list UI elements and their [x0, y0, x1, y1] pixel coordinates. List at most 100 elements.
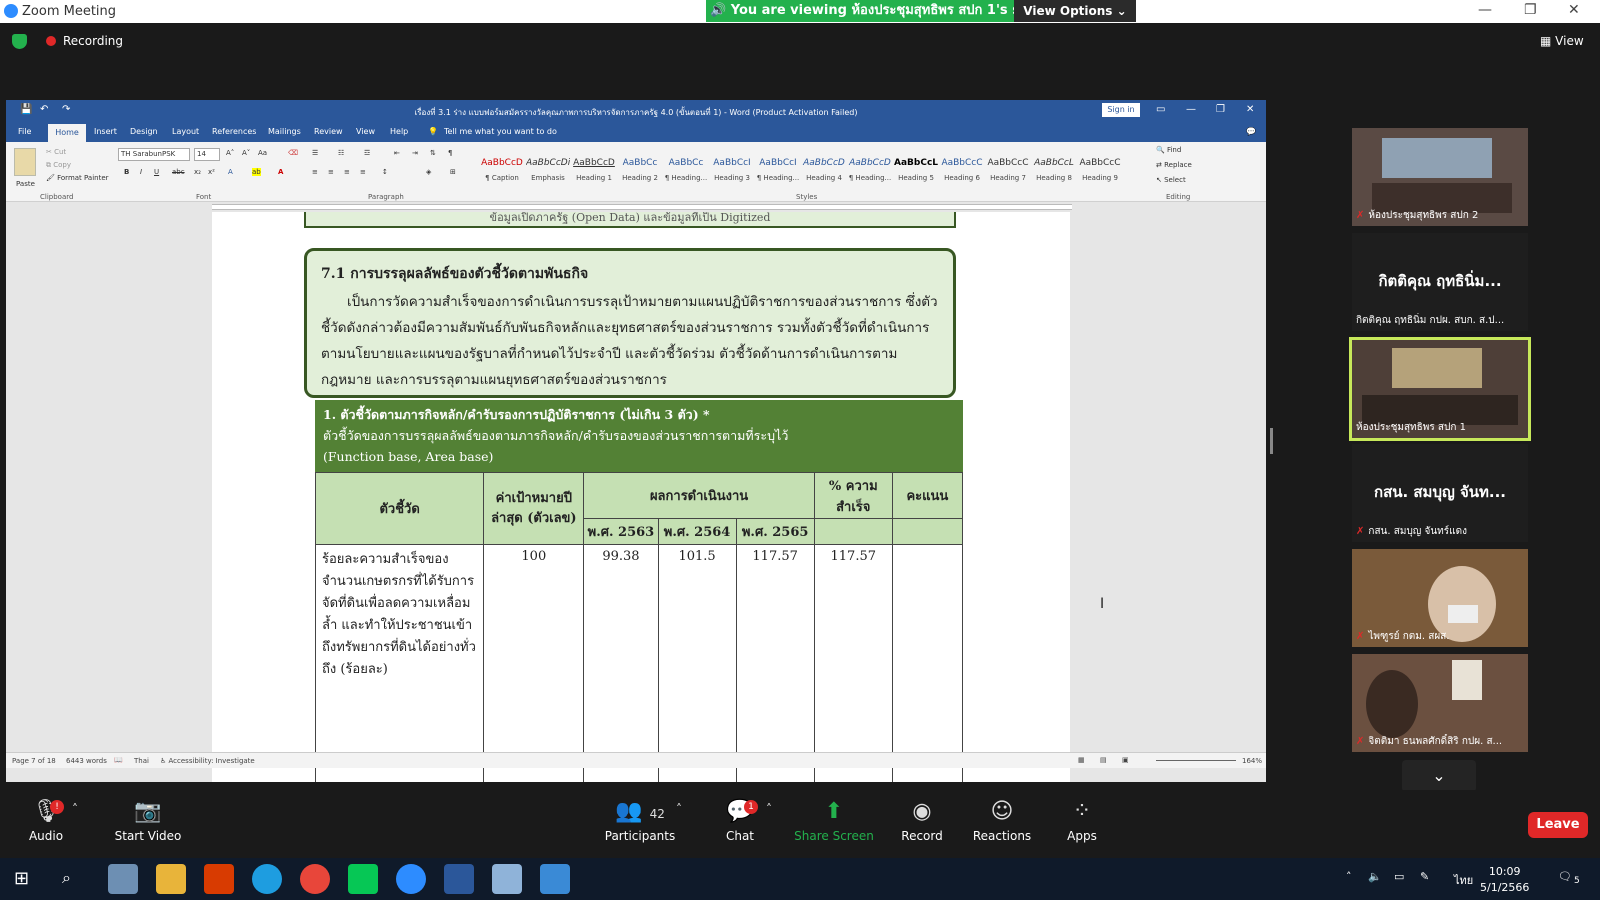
paint-icon[interactable] — [492, 864, 522, 894]
save-icon[interactable]: 💾 — [20, 104, 32, 115]
share-screen-button[interactable]: ⬆ Share Screen — [790, 798, 878, 843]
word-count[interactable]: 6443 words — [66, 757, 107, 765]
style-heading-2-linked[interactable]: AaBbCc ¶ Heading... — [664, 154, 708, 192]
shading-icon[interactable]: ◈ — [426, 168, 431, 176]
zoom-taskbar-icon[interactable] — [396, 864, 426, 894]
font-name-select[interactable]: TH SarabunPSK — [118, 148, 190, 161]
style-heading-3-linked[interactable]: AaBbCcI ¶ Heading... — [756, 154, 800, 192]
chat-options-chevron-icon[interactable]: ˄ — [766, 802, 772, 816]
multilevel-icon[interactable]: ☲ — [364, 149, 370, 157]
pilcrow-icon[interactable]: ¶ — [448, 149, 452, 157]
format-painter-button[interactable]: 🖌 Format Painter — [46, 174, 109, 182]
align-left-icon[interactable]: ≡ — [312, 168, 318, 176]
taskbar-clock[interactable]: 10:09 5/1/2566 — [1480, 864, 1529, 896]
tray-chevron-icon[interactable]: ˄ — [1346, 870, 1352, 883]
participants-button[interactable]: 👥 42 Participants — [592, 798, 688, 843]
participant-tile[interactable]: ✗ จิตติมา ธนพลศักดิ์สิริ กปผ. ส... — [1352, 654, 1528, 752]
view-button[interactable]: ▦ View — [1540, 34, 1584, 48]
horizontal-ruler[interactable] — [212, 204, 1072, 210]
align-center-icon[interactable]: ≡ — [328, 168, 334, 176]
style-emphasis[interactable]: AaBbCcDi Emphasis — [526, 154, 570, 192]
participant-tile[interactable]: กิตติคุณ ฤทธินิ่ม... กิตติคุณ ฤทธินิ่ม ก… — [1352, 233, 1528, 331]
style-heading-4[interactable]: AaBbCcD Heading 4 — [802, 154, 846, 192]
text-effects-icon[interactable]: A — [228, 168, 233, 176]
edge-icon[interactable] — [252, 864, 282, 894]
style-heading-9[interactable]: AaBbCcC Heading 9 — [1078, 154, 1122, 192]
restore-icon[interactable]: ❐ — [1524, 2, 1537, 18]
tab-design[interactable]: Design — [130, 127, 158, 136]
document-page[interactable]: ข้อมูลเปิดภาครัฐ (Open Data) และข้อมูลที… — [212, 212, 1070, 782]
paste-button[interactable]: Paste — [16, 180, 35, 188]
word-close-icon[interactable]: ✕ — [1246, 104, 1254, 115]
highlight-icon[interactable]: ab — [252, 168, 261, 176]
borders-icon[interactable]: ⊞ — [450, 168, 456, 176]
volume-icon[interactable]: 🔈 — [1368, 870, 1382, 883]
replace-button[interactable]: ⇄ Replace — [1156, 161, 1192, 169]
justify-icon[interactable]: ≡ — [360, 168, 366, 176]
record-button[interactable]: ◉ Record — [882, 798, 962, 843]
word-minimize-icon[interactable]: — — [1186, 104, 1196, 115]
word-restore-icon[interactable]: ❐ — [1216, 104, 1225, 115]
style-heading-4-linked[interactable]: AaBbCcD ¶ Heading... — [848, 154, 892, 192]
cut-button[interactable]: ✂ Cut — [46, 148, 66, 156]
language-indicator[interactable]: Thai — [134, 757, 149, 765]
accessibility-status[interactable]: ♿ Accessibility: Investigate — [160, 757, 255, 765]
audio-options-chevron-icon[interactable]: ˄ — [72, 802, 78, 816]
font-size-select[interactable]: 14 — [194, 148, 220, 161]
shield-icon[interactable] — [12, 34, 27, 49]
align-right-icon[interactable]: ≡ — [344, 168, 350, 176]
style-heading-7[interactable]: AaBbCcC Heading 7 — [986, 154, 1030, 192]
recording-label[interactable]: Recording — [63, 34, 123, 48]
participants-options-chevron-icon[interactable]: ˄ — [676, 802, 682, 816]
taskbar-app-icon[interactable] — [108, 864, 138, 894]
select-button[interactable]: ↖ Select — [1156, 176, 1186, 184]
photos-icon[interactable] — [540, 864, 570, 894]
superscript-icon[interactable]: x² — [208, 168, 215, 176]
font-color-icon[interactable]: A — [278, 168, 283, 176]
ribbon-display-icon[interactable]: ▭ — [1156, 104, 1165, 115]
close-icon[interactable]: ✕ — [1568, 2, 1580, 18]
zoom-level[interactable]: 164% — [1242, 757, 1262, 765]
print-layout-icon[interactable]: ▤ — [1100, 756, 1107, 764]
find-button[interactable]: 🔍 Find — [1156, 146, 1181, 154]
shrink-font-icon[interactable]: A˅ — [242, 149, 250, 157]
clear-format-icon[interactable]: ⌫ — [288, 149, 298, 157]
redo-icon[interactable]: ↷ — [62, 104, 70, 115]
pen-icon[interactable]: ✎ — [1420, 870, 1429, 883]
underline-icon[interactable]: U — [154, 168, 159, 176]
sort-icon[interactable]: ⇅ — [430, 149, 436, 157]
participant-tile[interactable]: ✗ ห้องประชุมสุทธิพร สปก 2 — [1352, 128, 1528, 226]
tab-home[interactable]: Home — [48, 124, 86, 142]
participant-tile[interactable]: กสน. สมบุญ จันท... ✗ กสน. สมบุญ จันทร์แดง — [1352, 444, 1528, 542]
style-heading-8[interactable]: AaBbCcL Heading 8 — [1032, 154, 1076, 192]
start-video-button[interactable]: 📷 Start Video — [98, 798, 198, 843]
view-options-button[interactable]: View Options ⌄ — [1014, 0, 1136, 22]
undo-icon[interactable]: ↶ — [40, 104, 48, 115]
tab-file[interactable]: File — [18, 127, 31, 136]
sign-in-button[interactable]: Sign in — [1102, 103, 1140, 117]
notifications-icon[interactable]: 🗨 — [1558, 870, 1572, 883]
input-language[interactable]: ไทย — [1454, 871, 1473, 889]
proofing-icon[interactable]: 📖 — [114, 756, 123, 764]
reactions-button[interactable]: ☺ Reactions — [962, 798, 1042, 843]
decrease-indent-icon[interactable]: ⇤ — [394, 149, 400, 157]
office-icon[interactable] — [204, 864, 234, 894]
strikethrough-icon[interactable]: abc — [172, 168, 185, 176]
tab-insert[interactable]: Insert — [94, 127, 117, 136]
leave-button[interactable]: Leave — [1528, 812, 1588, 838]
increase-indent-icon[interactable]: ⇥ — [412, 149, 418, 157]
word-taskbar-icon[interactable] — [444, 864, 474, 894]
style-caption[interactable]: AaBbCcD ¶ Caption — [480, 154, 524, 192]
page-count[interactable]: Page 7 of 18 — [12, 757, 56, 765]
minimize-icon[interactable]: — — [1478, 2, 1492, 18]
italic-icon[interactable]: I — [140, 168, 142, 176]
chrome-icon[interactable] — [300, 864, 330, 894]
tab-help[interactable]: Help — [390, 127, 408, 136]
comments-icon[interactable]: 💬 — [1246, 127, 1256, 136]
numbering-icon[interactable]: ☷ — [338, 149, 344, 157]
taskbar-search-icon[interactable]: ⌕ — [62, 868, 71, 888]
focus-icon[interactable]: ▦ — [1078, 756, 1085, 764]
bold-icon[interactable]: B — [124, 168, 129, 176]
style-heading-3[interactable]: AaBbCcI Heading 3 — [710, 154, 754, 192]
tab-review[interactable]: Review — [314, 127, 343, 136]
